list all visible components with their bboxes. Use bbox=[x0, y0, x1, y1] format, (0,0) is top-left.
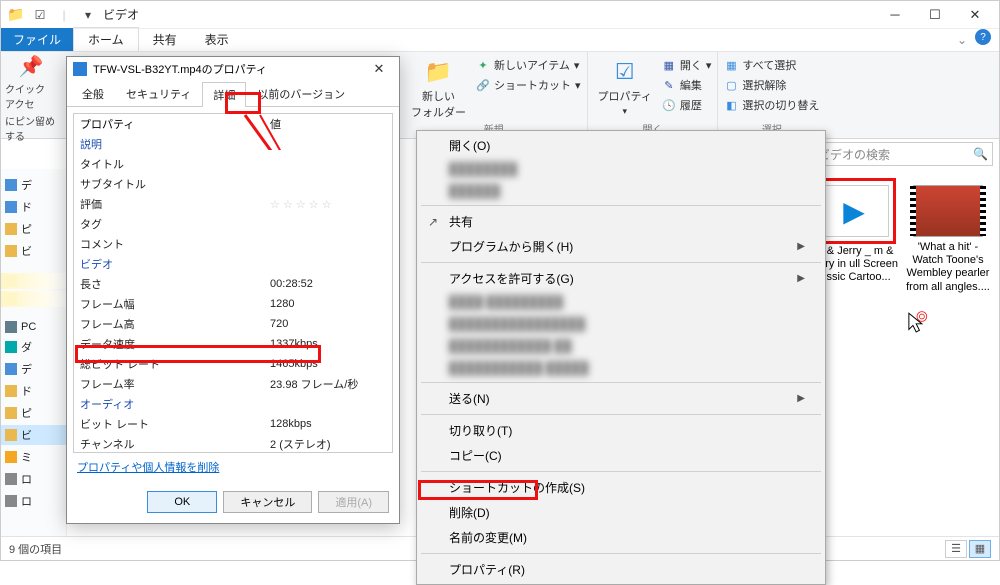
ctx-access[interactable]: アクセスを許可する(G)▶ bbox=[419, 266, 823, 291]
titlebar: 📁 ☑ | ▾ ビデオ ─ ☐ ✕ bbox=[1, 1, 999, 29]
ctx-share[interactable]: ↗共有 bbox=[419, 209, 823, 234]
minimize-button[interactable]: ─ bbox=[875, 1, 915, 29]
new-folder-button[interactable]: 📁 新しい フォルダー bbox=[407, 56, 470, 122]
property-list[interactable]: プロパティ値 説明 タイトル サブタイトル 評価☆ ☆ ☆ ☆ ☆ タグ コメン… bbox=[73, 113, 393, 453]
new-folder-icon: 📁 bbox=[425, 58, 453, 86]
folder-icon: 📁 bbox=[5, 4, 27, 26]
video-thumb-b[interactable] bbox=[913, 185, 983, 237]
select-none-button[interactable]: ▢選択解除 bbox=[724, 76, 819, 94]
ribbon-tabs: ファイル ホーム 共有 表示 ⌄ ? bbox=[1, 29, 999, 51]
ctx-hidden-3[interactable]: ████ █████████ bbox=[419, 291, 823, 313]
maximize-button[interactable]: ☐ bbox=[915, 1, 955, 29]
ctx-hidden-4[interactable]: ████████████████ bbox=[419, 313, 823, 335]
annot-ctx-properties bbox=[418, 480, 538, 500]
ctx-cut[interactable]: 切り取り(T) bbox=[419, 418, 823, 443]
share-icon: ↗ bbox=[425, 214, 441, 230]
cancel-button[interactable]: キャンセル bbox=[223, 491, 312, 513]
ctx-hidden-5[interactable]: ████████████ ██ bbox=[419, 335, 823, 357]
properties-icon: ☑ bbox=[611, 58, 639, 86]
help-button[interactable]: ? bbox=[975, 29, 991, 45]
item-count: 9 個の項目 bbox=[9, 541, 62, 557]
view-thumbs-button[interactable]: ▦ bbox=[969, 540, 991, 558]
help-chevron-icon[interactable]: ⌄ bbox=[951, 29, 973, 51]
dialog-close-button[interactable]: ✕ bbox=[365, 61, 393, 77]
edit-button[interactable]: ✎編集 bbox=[662, 76, 712, 94]
context-menu: 開く(O) ████████ ██████ ↗共有 プログラムから開く(H)▶ … bbox=[416, 130, 826, 585]
apply-button[interactable]: 適用(A) bbox=[318, 491, 389, 513]
quick-access-label1: クイック アクセ bbox=[5, 81, 57, 111]
select-invert-button[interactable]: ◧選択の切り替え bbox=[724, 96, 819, 114]
checkbox-icon: ☑ bbox=[29, 4, 51, 26]
nav-pane[interactable]: デ ド ピ ビ PC ダ デ ド ピ ビ ミ ロ ロ bbox=[1, 169, 67, 536]
close-button[interactable]: ✕ bbox=[955, 1, 995, 29]
file-tab[interactable]: ファイル bbox=[1, 28, 73, 51]
select-all-button[interactable]: ▦すべて選択 bbox=[724, 56, 819, 74]
separator-icon: | bbox=[53, 4, 75, 26]
ctx-hidden-6[interactable]: ███████████ █████ bbox=[419, 357, 823, 379]
tab-share[interactable]: 共有 bbox=[139, 28, 191, 51]
ctx-hidden-1[interactable]: ████████ bbox=[419, 158, 823, 180]
quick-access-label2: にピン留めする bbox=[5, 113, 57, 143]
window-title: ビデオ bbox=[103, 6, 139, 23]
click-cursor-icon bbox=[904, 310, 930, 336]
video-thumb-a[interactable]: ▶ bbox=[819, 185, 889, 237]
quick-access-group: 📌 クイック アクセ にピン留めする bbox=[1, 52, 61, 138]
ctx-open[interactable]: 開く(O) bbox=[419, 133, 823, 158]
annot-framerate-row bbox=[75, 345, 321, 363]
view-details-button[interactable]: ☰ bbox=[945, 540, 967, 558]
ctx-delete[interactable]: 削除(D) bbox=[419, 500, 823, 525]
new-shortcut-menu[interactable]: 🔗ショートカット ▾ bbox=[476, 76, 581, 94]
ctx-open-with[interactable]: プログラムから開く(H)▶ bbox=[419, 234, 823, 259]
dialog-title: TFW-VSL-B32YT.mp4のプロパティ bbox=[93, 61, 267, 77]
dropdown-icon[interactable]: ▾ bbox=[77, 4, 99, 26]
ribbon-group-new: 📁 新しい フォルダー ✦新しいアイテム ▾ 🔗ショートカット ▾ 新規 bbox=[401, 52, 588, 138]
dtab-versions[interactable]: 以前のバージョン bbox=[246, 81, 356, 106]
remove-props-link[interactable]: プロパティや個人情報を削除 bbox=[73, 453, 223, 481]
open-button[interactable]: ▦開く ▾ bbox=[662, 56, 712, 74]
dtab-general[interactable]: 全般 bbox=[71, 81, 115, 106]
dtab-security[interactable]: セキュリティ bbox=[115, 81, 202, 106]
ctx-rename[interactable]: 名前の変更(M) bbox=[419, 525, 823, 550]
ctx-copy[interactable]: コピー(C) bbox=[419, 443, 823, 468]
search-icon: 🔍 bbox=[973, 147, 988, 161]
ok-button[interactable]: OK bbox=[147, 491, 217, 513]
search-input[interactable]: ビデオの検索 🔍 bbox=[813, 142, 993, 166]
ctx-hidden-2[interactable]: ██████ bbox=[419, 180, 823, 202]
annot-details-tab bbox=[225, 92, 261, 114]
new-item-menu[interactable]: ✦新しいアイテム ▾ bbox=[476, 56, 581, 74]
properties-dialog: TFW-VSL-B32YT.mp4のプロパティ ✕ 全般 セキュリティ 詳細 以… bbox=[66, 56, 400, 524]
ctx-send[interactable]: 送る(N)▶ bbox=[419, 386, 823, 411]
dialog-icon bbox=[73, 62, 87, 76]
history-button[interactable]: 🕓履歴 bbox=[662, 96, 712, 114]
pin-icon[interactable]: 📌 bbox=[19, 54, 44, 79]
properties-button[interactable]: ☑ プロパティ ▾ bbox=[594, 56, 656, 119]
ribbon-group-select: ▦すべて選択 ▢選択解除 ◧選択の切り替え 選択 bbox=[718, 52, 825, 138]
tab-home[interactable]: ホーム bbox=[73, 27, 139, 51]
tab-view[interactable]: 表示 bbox=[191, 28, 243, 51]
ribbon-group-open: ☑ プロパティ ▾ ▦開く ▾ ✎編集 🕓履歴 開く bbox=[588, 52, 719, 138]
thumb-b-label: 'What a hit' - Watch Toone's Wembley pea… bbox=[903, 241, 993, 294]
